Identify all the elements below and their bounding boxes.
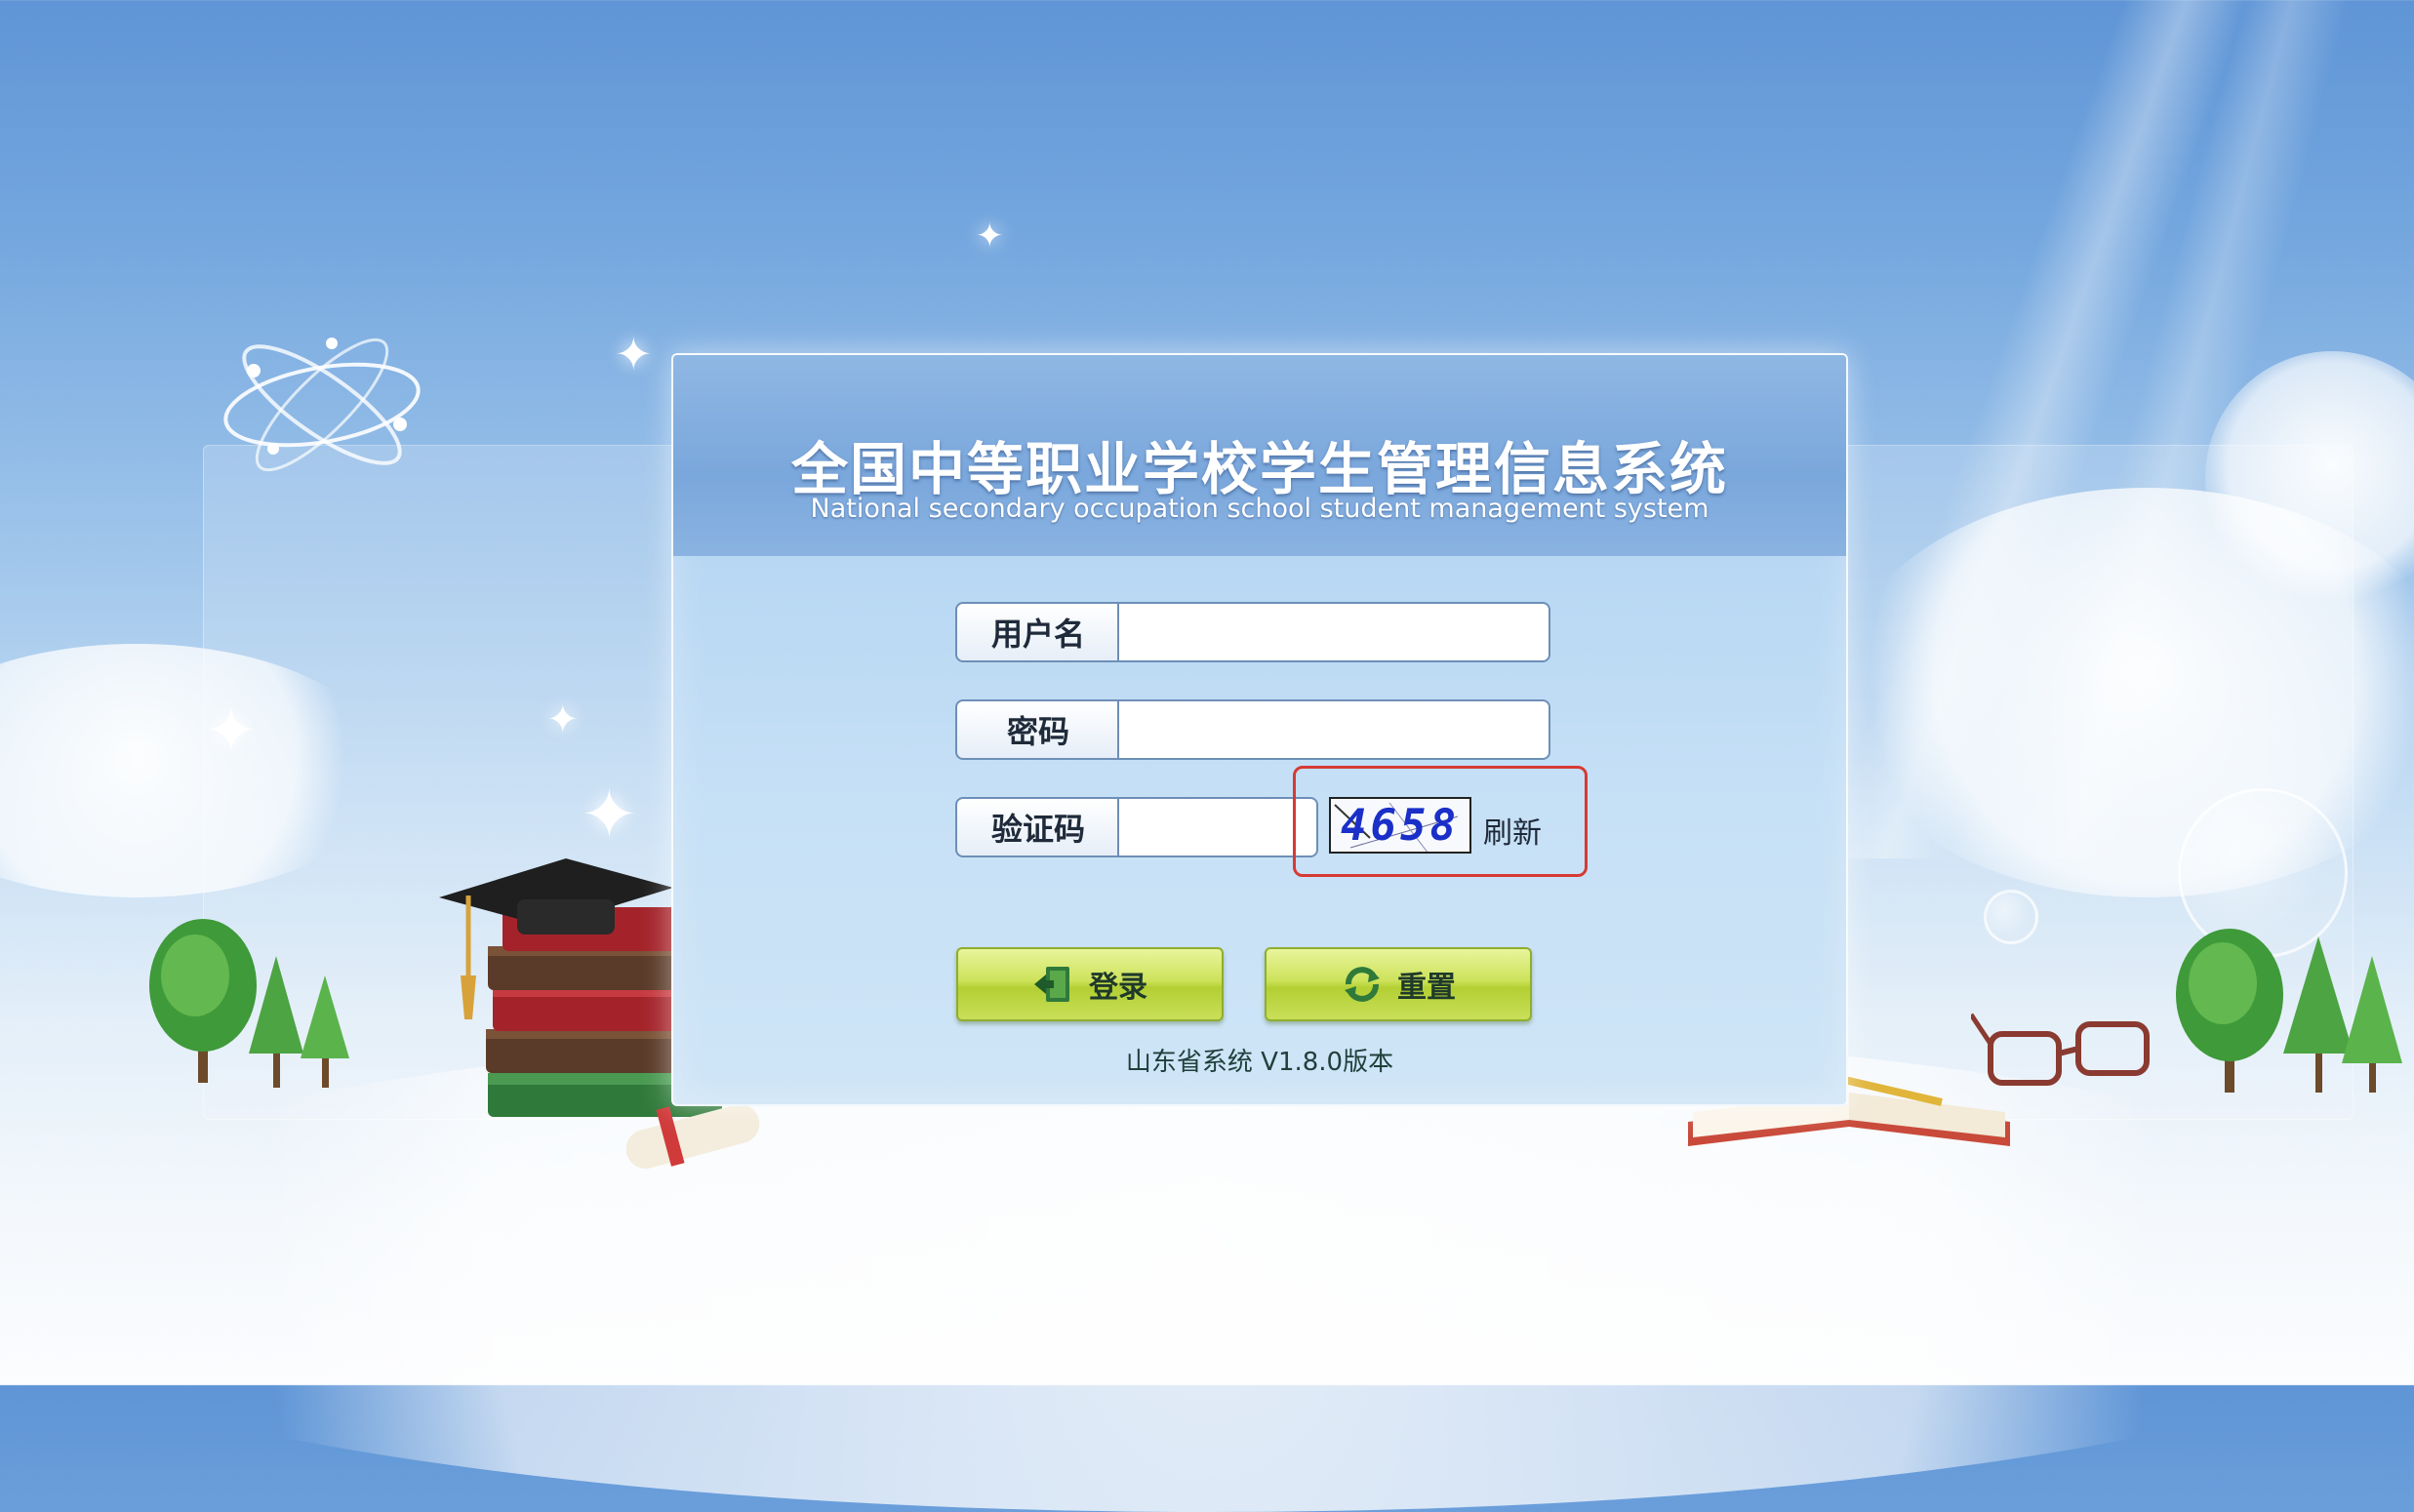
username-label: 用户名 [955,602,1119,662]
sparkle-icon: ✦ [581,775,638,855]
bubble [1984,890,2038,944]
captcha-text: 4658 [1341,800,1460,851]
refresh-arrows-icon [1341,963,1384,1006]
login-panel: 全国中等职业学校学生管理信息系统 National secondary occu… [671,353,1848,1106]
system-subtitle: National secondary occupation school stu… [810,494,1710,524]
sparkle-icon: ✦ [205,696,258,768]
reset-button[interactable]: 重置 [1265,947,1532,1021]
sparkle-icon: ✦ [615,328,653,380]
reset-button-label: 重置 [1397,971,1456,1005]
login-button-label: 登录 [1089,971,1147,1005]
panel-header: 全国中等职业学校学生管理信息系统 National secondary occu… [673,355,1846,556]
captcha-image[interactable]: 4658 [1329,797,1471,854]
version-text: 山东省系统 V1.8.0版本 [1125,1048,1394,1077]
password-input[interactable] [1117,699,1550,760]
captcha-label: 验证码 [955,797,1119,857]
password-label: 密码 [955,699,1119,760]
tree-illustration [149,919,349,1088]
glasses-illustration [1971,1013,2150,1086]
atom-orbit-icon [223,338,421,472]
sparkle-icon: ✦ [976,217,1004,256]
door-exit-icon [1032,963,1075,1006]
tree-illustration [2176,929,2402,1093]
username-input[interactable] [1117,602,1550,662]
sparkle-icon: ✦ [546,697,580,742]
captcha-input[interactable] [1117,797,1318,857]
login-button[interactable]: 登录 [956,947,1224,1021]
captcha-refresh-link[interactable]: 刷新 [1483,809,1542,852]
cloud [0,644,390,897]
